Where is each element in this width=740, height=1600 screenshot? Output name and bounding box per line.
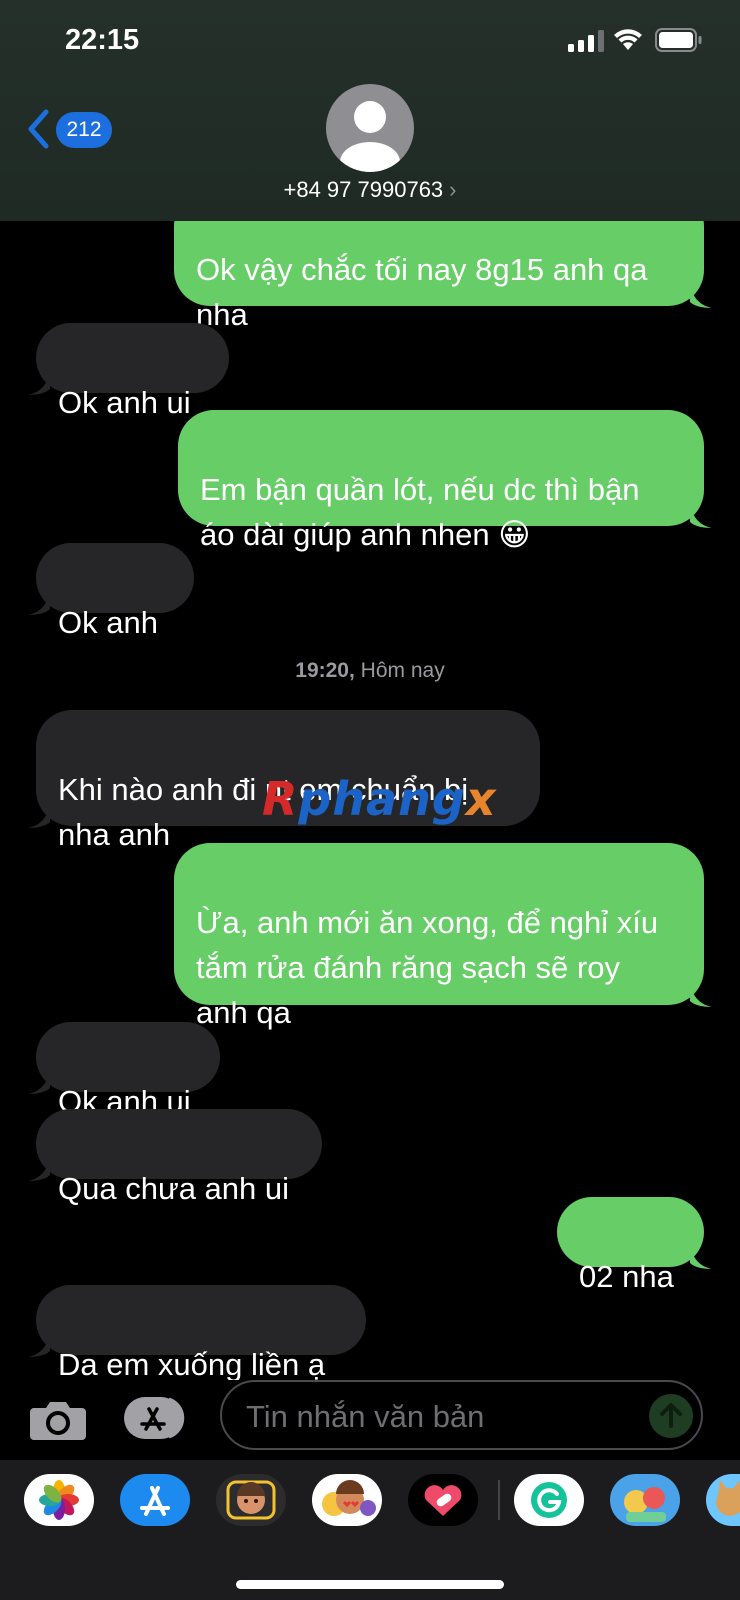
cellular-signal-icon — [568, 30, 604, 52]
message-bubble-incoming[interactable]: Da em xuống liền ạ — [28, 1285, 366, 1380]
message-bubble-outgoing[interactable]: Em bận quần lót, nếu dc thì bận áo dài g… — [178, 410, 712, 552]
message-text: Em bận quần lót, nếu dc thì bận áo dài g… — [200, 472, 640, 552]
chevron-right-icon: › — [449, 177, 457, 202]
message-text: Ok anh — [58, 605, 158, 640]
game-icon — [624, 1487, 666, 1522]
app-store-app-button[interactable] — [120, 1474, 190, 1526]
app-drawer — [0, 1460, 740, 1600]
message-text: 02 nha — [579, 1259, 674, 1294]
camera-icon[interactable] — [30, 1398, 86, 1440]
photos-app-button[interactable] — [24, 1474, 94, 1526]
message-text-field[interactable] — [220, 1380, 703, 1450]
game-app-button[interactable] — [610, 1474, 680, 1526]
status-time: 22:15 — [65, 24, 140, 56]
message-text: Da em xuống liền ạ — [58, 1347, 326, 1380]
message-bubble-incoming[interactable]: Ok anh — [28, 543, 194, 640]
animoji-icon — [322, 1480, 376, 1516]
message-text: Ok vậy chắc tối nay 8g15 anh qa nha — [196, 252, 648, 332]
send-button[interactable] — [649, 1394, 693, 1438]
memoji-app-button[interactable] — [216, 1474, 286, 1526]
unread-count-badge: 212 — [56, 112, 112, 148]
person-icon — [340, 101, 400, 172]
message-input[interactable] — [244, 1392, 628, 1442]
message-bubble-outgoing[interactable]: Ừa, anh mới ăn xong, để nghỉ xíu tắm rửa… — [174, 843, 712, 1030]
composer-bar — [0, 1380, 740, 1460]
message-bubble-outgoing[interactable]: 02 nha — [557, 1197, 712, 1294]
digital-touch-icon — [424, 1485, 462, 1516]
timestamp-day: Hôm nay — [360, 659, 445, 682]
app-store-icon — [140, 1486, 170, 1516]
home-indicator[interactable] — [236, 1580, 504, 1589]
contact-avatar[interactable] — [326, 84, 414, 172]
app-store-icon — [124, 1397, 185, 1439]
grammarly-icon — [531, 1482, 567, 1518]
message-text: Qua chưa anh ui — [58, 1171, 290, 1206]
animoji-app-button[interactable] — [312, 1474, 382, 1526]
message-text: Ừa, anh mới ăn xong, để nghỉ xíu tắm rửa… — [196, 905, 659, 1030]
message-bubble-incoming[interactable]: Ok anh ui — [28, 323, 229, 420]
app-store-toggle-button[interactable] — [124, 1397, 190, 1444]
message-bubble-incoming[interactable]: Qua chưa anh ui — [28, 1109, 322, 1206]
battery-icon — [655, 28, 702, 52]
contact-number: +84 97 7990763 — [283, 177, 444, 202]
conversation-header: 22:15 212 +84 97 7990763 › — [0, 0, 740, 221]
contact-name[interactable]: +84 97 7990763 › — [0, 177, 740, 203]
photos-icon — [39, 1480, 79, 1520]
watermark-logo: Rphangx — [262, 772, 497, 826]
cat-game-icon — [716, 1480, 740, 1516]
wifi-icon — [614, 29, 642, 50]
memoji-icon — [226, 1480, 276, 1520]
chevron-left-icon — [28, 109, 49, 149]
cat-game-app-button[interactable] — [706, 1474, 740, 1526]
grammarly-app-button[interactable] — [514, 1474, 584, 1526]
message-text: Ok anh ui — [58, 385, 191, 420]
back-button[interactable]: 212 — [26, 108, 136, 150]
drawer-divider — [498, 1480, 500, 1520]
digital-touch-app-button[interactable] — [408, 1474, 478, 1526]
timestamp-time: 19:20, — [295, 659, 355, 682]
message-bubble-incoming[interactable]: Ok anh ui — [28, 1022, 220, 1119]
timestamp: 19:20, Hôm nay — [0, 659, 740, 683]
arrow-up-icon — [660, 1403, 682, 1428]
